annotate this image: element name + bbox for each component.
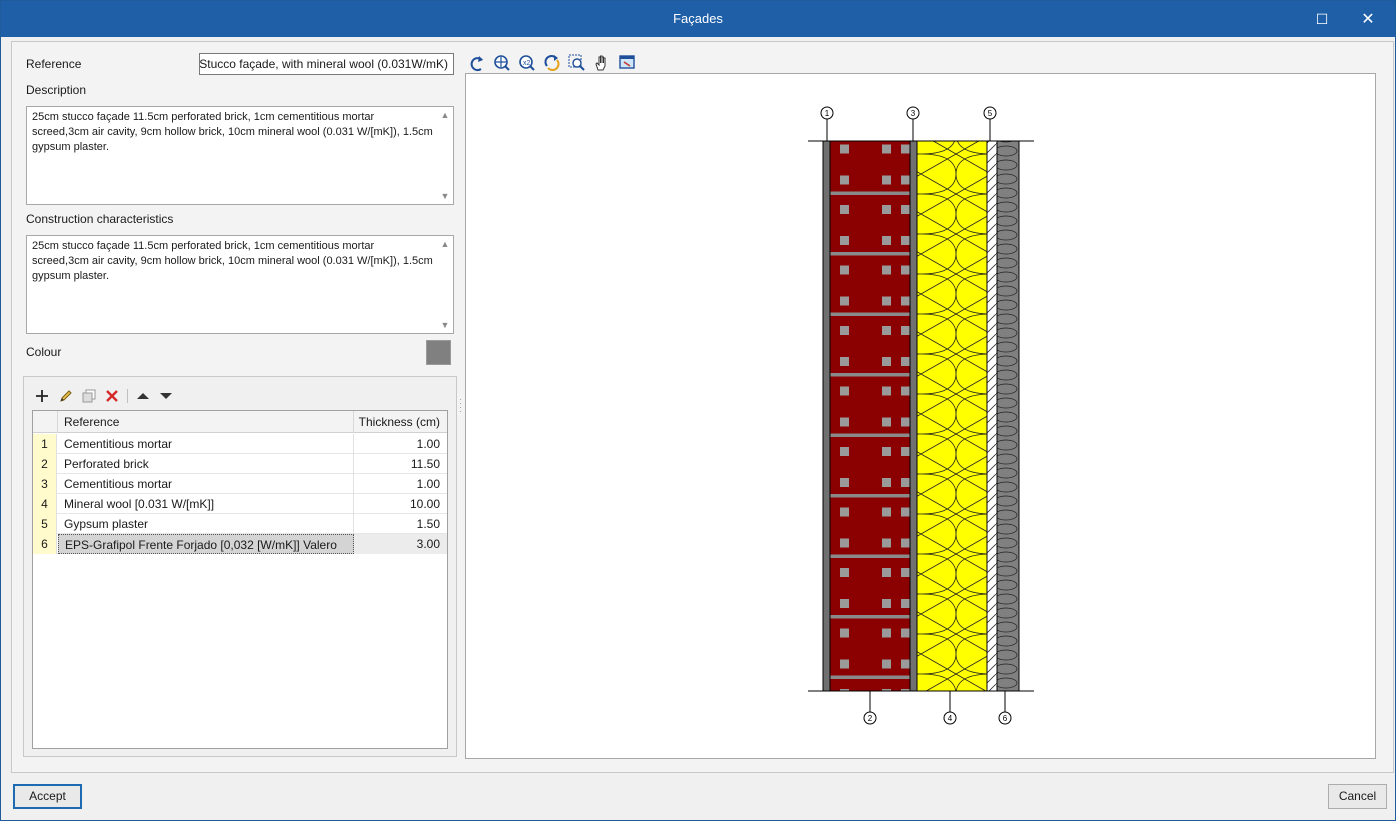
title-bar: Façades ☐ ✕ — [1, 1, 1395, 37]
pan-icon — [595, 55, 606, 71]
callout-top-3-label: 5 — [988, 109, 993, 118]
callout-top-2-label: 3 — [911, 109, 916, 118]
zoom-out-icon — [568, 54, 585, 71]
row-number-header — [33, 411, 58, 433]
reference-label: Reference — [26, 57, 82, 71]
layers-table: Reference Thickness (cm) 1 Cementitious m… — [32, 410, 448, 749]
copy-layer-button[interactable] — [79, 386, 99, 406]
reference-input[interactable]: Stucco façade, with mineral wool (0.031W… — [199, 53, 454, 75]
row-number: 3 — [33, 474, 57, 494]
move-up-button[interactable] — [133, 386, 153, 406]
layer-cementitious-mortar-1 — [822, 140, 831, 692]
table-row[interactable]: 1 Cementitious mortar 1.00 — [33, 434, 447, 454]
layer-reference-cell[interactable]: EPS-Grafipol Frente Forjado [0,032 [W/mK… — [58, 534, 354, 554]
move-up-icon — [137, 393, 149, 399]
zoom-out-button[interactable] — [567, 53, 587, 73]
section-drawing-canvas[interactable]: 1 3 5 2 4 6 — [465, 73, 1376, 759]
edit-icon — [60, 390, 72, 402]
construction-scrollbar[interactable]: ▲ ▼ — [438, 237, 452, 332]
svg-text:x2: x2 — [523, 60, 531, 67]
facades-dialog: Façades ☐ ✕ Reference Stucco façade, wit… — [0, 0, 1396, 821]
copy-icon — [82, 389, 96, 403]
layer-mineral-wool — [916, 140, 988, 692]
delete-icon — [106, 390, 118, 402]
scroll-down-icon[interactable]: ▼ — [438, 319, 452, 331]
layer-perforated-brick — [829, 140, 911, 692]
callout-bottom-3-label: 6 — [1003, 714, 1008, 723]
callout-bottom-1-label: 2 — [868, 714, 873, 723]
add-icon — [36, 390, 48, 402]
table-row[interactable]: 6 EPS-Grafipol Frente Forjado [0,032 [W/m… — [33, 534, 447, 554]
reference-column-header[interactable]: Reference — [58, 411, 354, 433]
row-number: 5 — [33, 514, 57, 534]
table-row[interactable]: 5 Gypsum plaster 1.50 — [33, 514, 447, 534]
layer-reference-cell[interactable]: Cementitious mortar — [58, 474, 354, 494]
row-number: 6 — [33, 534, 57, 554]
window-title: Façades — [673, 11, 723, 26]
layer-thickness-cell[interactable]: 1.00 — [354, 434, 447, 454]
undo-view-icon — [470, 56, 483, 72]
description-value: 25cm stucco façade 11.5cm perforated bri… — [32, 111, 433, 153]
layer-reference-cell[interactable]: Mineral wool [0.031 W/[mK]] — [58, 494, 354, 514]
toolbar-divider — [127, 389, 128, 403]
description-textarea[interactable]: 25cm stucco façade 11.5cm perforated bri… — [26, 106, 454, 205]
layer-gypsum-plaster — [986, 140, 998, 692]
redraw-button[interactable] — [542, 53, 562, 73]
maximize-icon: ☐ — [1315, 10, 1329, 27]
layer-thickness-cell[interactable]: 1.00 — [354, 474, 447, 494]
zoom-x2-button[interactable]: x2 — [517, 53, 537, 73]
maximize-button[interactable]: ☐ — [1299, 1, 1345, 37]
table-header: Reference Thickness (cm) — [33, 411, 447, 433]
move-down-icon — [160, 393, 172, 399]
close-icon: ✕ — [1361, 11, 1375, 28]
layer-cementitious-mortar-2 — [909, 140, 918, 692]
cancel-button[interactable]: Cancel — [1328, 784, 1387, 809]
callout-bottom-2-label: 4 — [948, 714, 953, 723]
row-number: 2 — [33, 454, 57, 474]
layer-reference-cell[interactable]: Gypsum plaster — [58, 514, 354, 534]
layer-eps-grafipol — [996, 140, 1020, 692]
colour-label: Colour — [26, 345, 62, 359]
layer-thickness-cell[interactable]: 1.50 — [354, 514, 447, 534]
description-scrollbar[interactable]: ▲ ▼ — [438, 108, 452, 203]
table-row[interactable]: 3 Cementitious mortar 1.00 — [33, 474, 447, 494]
layer-thickness-cell[interactable]: 11.50 — [354, 454, 447, 474]
scroll-down-icon[interactable]: ▼ — [438, 190, 452, 202]
move-down-button[interactable] — [156, 386, 176, 406]
redraw-icon — [544, 55, 560, 71]
colour-swatch[interactable] — [426, 340, 451, 365]
edit-layer-button[interactable] — [56, 386, 76, 406]
zoom-extents-button[interactable] — [492, 53, 512, 73]
panel-splitter[interactable]: · · · · — [459, 395, 462, 416]
pan-button[interactable] — [592, 53, 612, 73]
scroll-up-icon[interactable]: ▲ — [438, 238, 452, 250]
export-view-button[interactable] — [617, 53, 637, 73]
zoom-x2-icon: x2 — [519, 55, 535, 71]
layer-thickness-cell[interactable]: 10.00 — [354, 494, 447, 514]
reference-value: Stucco façade, with mineral wool (0.031W… — [199, 57, 448, 71]
undo-view-button[interactable] — [467, 53, 487, 73]
thickness-column-header[interactable]: Thickness (cm) — [354, 411, 447, 433]
callout-top-1-label: 1 — [825, 109, 830, 118]
construction-textarea[interactable]: 25cm stucco façade 11.5cm perforated bri… — [26, 235, 454, 334]
delete-layer-button[interactable] — [102, 386, 122, 406]
table-row[interactable]: 4 Mineral wool [0.031 W/[mK]] 10.00 — [33, 494, 447, 514]
construction-label: Construction characteristics — [26, 212, 174, 226]
construction-value: 25cm stucco façade 11.5cm perforated bri… — [32, 240, 433, 282]
table-row[interactable]: 2 Perforated brick 11.50 — [33, 454, 447, 474]
zoom-extents-icon — [494, 55, 510, 71]
export-view-icon — [619, 55, 635, 69]
description-label: Description — [26, 83, 87, 97]
accept-button[interactable]: Accept — [13, 784, 82, 809]
close-button[interactable]: ✕ — [1345, 1, 1391, 37]
layer-reference-cell[interactable]: Perforated brick — [58, 454, 354, 474]
layer-thickness-cell[interactable]: 3.00 — [354, 534, 447, 554]
wall-section-drawing: 1 3 5 2 4 6 — [808, 106, 1034, 725]
scroll-up-icon[interactable]: ▲ — [438, 109, 452, 121]
wall-layers: 1 3 5 2 4 6 — [808, 106, 1034, 725]
row-number: 4 — [33, 494, 57, 514]
add-layer-button[interactable] — [32, 386, 52, 406]
layer-reference-cell[interactable]: Cementitious mortar — [58, 434, 354, 454]
row-number: 1 — [33, 434, 57, 454]
